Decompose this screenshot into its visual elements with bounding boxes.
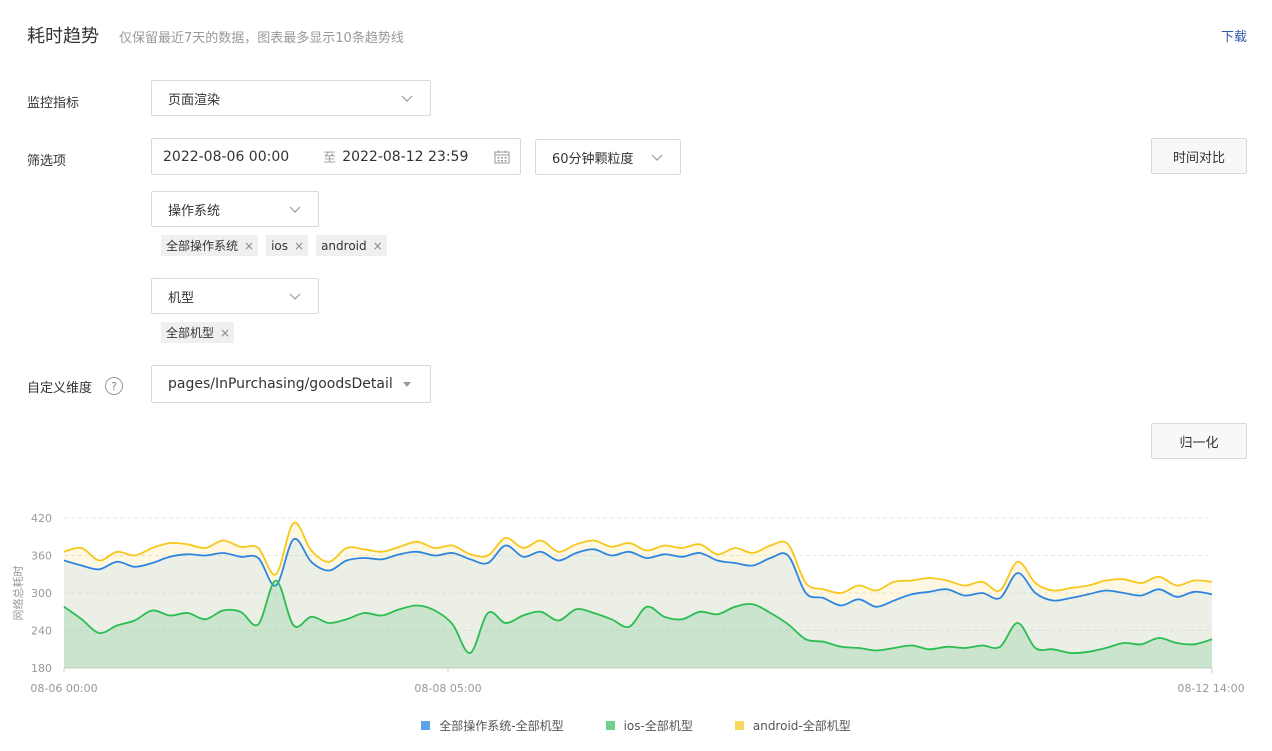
close-icon[interactable]: × xyxy=(294,239,304,253)
legend-swatch xyxy=(421,721,431,730)
filter-label: 筛选项 xyxy=(27,154,67,169)
date-start[interactable]: 2022-08-06 00:00 xyxy=(163,149,289,165)
legend-label: android-全部机型 xyxy=(752,719,851,733)
caret-down-icon xyxy=(403,382,411,387)
os-tag-label: android xyxy=(321,238,367,253)
page-subtitle: 仅保留最近7天的数据，图表最多显示10条趋势线 xyxy=(119,31,404,46)
page-header: 耗时趋势 仅保留最近7天的数据，图表最多显示10条趋势线 xyxy=(27,22,404,48)
model-tag-label: 全部机型 xyxy=(166,326,215,340)
legend-swatch xyxy=(605,721,615,730)
metric-select-value: 页面渲染 xyxy=(168,92,221,108)
y-tick-label: 180 xyxy=(31,662,52,675)
date-end[interactable]: 2022-08-12 23:59 xyxy=(342,149,468,165)
chevron-down-icon xyxy=(289,293,301,300)
time-compare-button[interactable]: 时间对比 xyxy=(1151,138,1247,174)
help-icon[interactable]: ? xyxy=(105,377,123,395)
normalize-button[interactable]: 归一化 xyxy=(1151,423,1247,459)
os-tag: ios × xyxy=(266,235,309,256)
y-axis-label: 网络总耗时 xyxy=(11,566,25,621)
os-select-value: 操作系统 xyxy=(168,203,221,219)
x-tick-label: 08-12 14:00 xyxy=(1177,682,1244,695)
close-icon[interactable]: × xyxy=(373,239,383,253)
model-tag-list: 全部机型 × xyxy=(161,322,235,343)
calendar-icon xyxy=(494,150,510,164)
os-tag-list: 全部操作系统 × ios × android × xyxy=(161,235,387,256)
page-title: 耗时趋势 xyxy=(27,26,99,47)
legend-swatch xyxy=(734,721,744,730)
date-range-picker[interactable]: 2022-08-06 00:00 至 2022-08-12 23:59 xyxy=(151,138,521,175)
date-separator: 至 xyxy=(323,151,337,166)
x-tick-label: 08-06 00:00 xyxy=(30,682,97,695)
close-icon[interactable]: × xyxy=(244,239,254,253)
chevron-down-icon xyxy=(651,154,663,161)
model-select-value: 机型 xyxy=(168,290,195,306)
os-tag-label: ios xyxy=(271,238,289,253)
close-icon[interactable]: × xyxy=(220,326,230,340)
custom-dimension-select[interactable]: pages/InPurchasing/goodsDetail xyxy=(151,365,431,403)
model-tag: 全部机型 × xyxy=(161,322,235,343)
download-link[interactable]: 下载 xyxy=(1221,26,1247,45)
granularity-value: 60分钟颗粒度 xyxy=(552,151,634,167)
y-tick-label: 300 xyxy=(31,587,52,600)
metric-select[interactable]: 页面渲染 xyxy=(151,80,431,116)
legend-label: ios-全部机型 xyxy=(623,719,693,733)
legend-item[interactable]: ios-全部机型 xyxy=(605,717,693,734)
chart-legend: 全部操作系统-全部机型 ios-全部机型 android-全部机型 xyxy=(0,717,1272,734)
os-tag: 全部操作系统 × xyxy=(161,235,259,256)
legend-item[interactable]: android-全部机型 xyxy=(734,717,851,734)
chevron-down-icon xyxy=(289,206,301,213)
granularity-select[interactable]: 60分钟颗粒度 xyxy=(535,139,681,175)
legend-item[interactable]: 全部操作系统-全部机型 xyxy=(421,717,564,734)
legend-label: 全部操作系统-全部机型 xyxy=(439,719,564,733)
os-tag: android × xyxy=(316,235,387,256)
y-tick-label: 240 xyxy=(31,625,52,638)
y-tick-label: 360 xyxy=(31,550,52,563)
os-select[interactable]: 操作系统 xyxy=(151,191,319,227)
x-tick-label: 08-08 05:00 xyxy=(414,682,481,695)
model-select[interactable]: 机型 xyxy=(151,278,319,314)
os-tag-label: 全部操作系统 xyxy=(166,239,239,253)
chevron-down-icon xyxy=(401,95,413,102)
y-tick-label: 420 xyxy=(31,512,52,525)
trend-chart: 180 240 300 360 420 网络总耗时 08-06 00:00 08-08 05:… xyxy=(11,512,1245,695)
custom-dimension-label: 自定义维度 xyxy=(27,381,93,396)
metric-label: 监控指标 xyxy=(27,96,80,111)
custom-dimension-value: pages/InPurchasing/goodsDetail xyxy=(168,376,393,392)
